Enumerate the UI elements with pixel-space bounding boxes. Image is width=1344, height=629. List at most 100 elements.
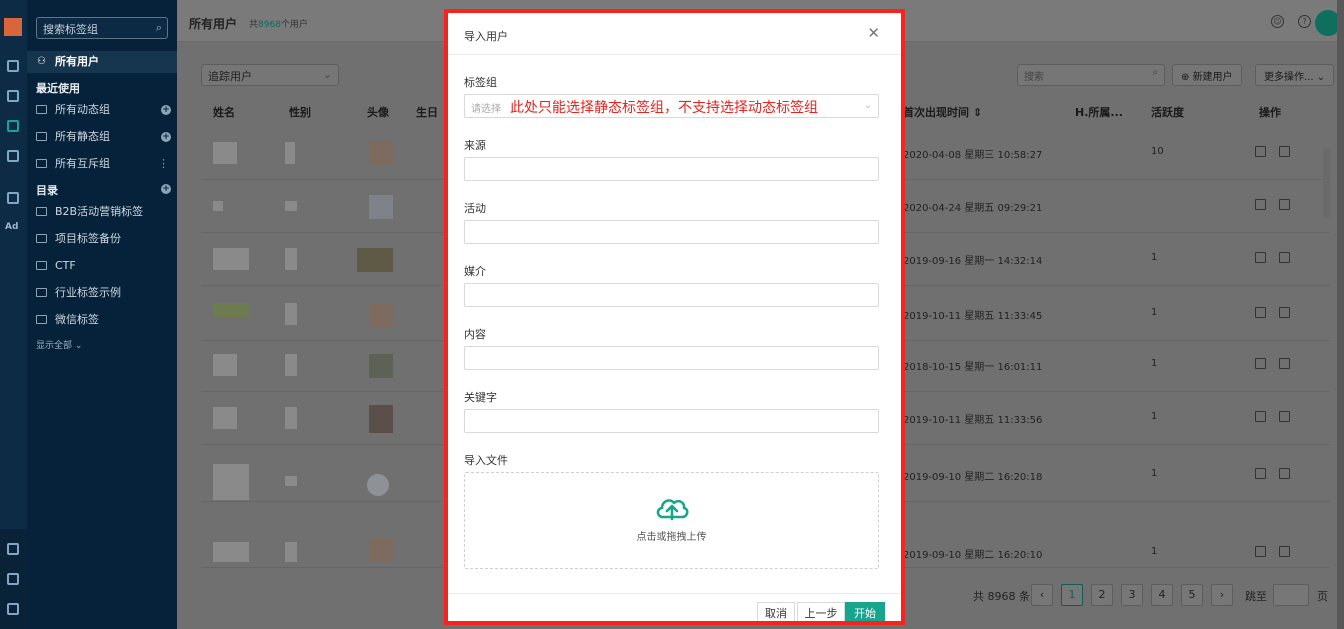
page-button[interactable]: 1 [1061, 584, 1083, 606]
chart-icon[interactable] [7, 150, 19, 162]
edit-icon[interactable] [1255, 252, 1266, 263]
file-upload-dropzone[interactable]: 点击或拖拽上传 [464, 472, 879, 569]
search-icon[interactable]: ⌕ [156, 21, 162, 35]
tag-add-icon[interactable] [1279, 468, 1290, 479]
page-button[interactable]: 3 [1121, 584, 1143, 606]
tag-group-select[interactable]: 请选择 此处只能选择静态标签组，不支持选择动态标签组 ⌄ [464, 94, 879, 118]
folder-icon [36, 207, 47, 216]
send-icon[interactable] [7, 90, 19, 102]
tag-group-search-input[interactable]: 搜索标签组 ⌕ [36, 17, 168, 39]
rail-bottom [0, 529, 27, 629]
goto-page-input[interactable] [1273, 584, 1309, 606]
col-gender[interactable]: 性别 [289, 104, 311, 120]
user-filter-select[interactable]: 追踪用户 ⌄ [201, 64, 339, 86]
sidebar-item-all-users[interactable]: ⚇ 所有用户 [27, 51, 177, 73]
sidebar-folder[interactable]: B2B活动营销标签 [27, 201, 177, 223]
edit-icon[interactable] [1255, 468, 1266, 479]
sidebar-folder[interactable]: CTF [27, 255, 177, 277]
sidebar-item-label: 所有互斥组 [55, 157, 110, 170]
campaign-input[interactable] [464, 220, 879, 244]
show-all-link[interactable]: 显示全部 ⌄ [36, 338, 82, 351]
grid-icon[interactable] [7, 60, 19, 72]
col-first-seen[interactable]: 首次出现时间 ⇕ [903, 104, 982, 120]
chevron-down-icon: ⌄ [322, 68, 332, 81]
tag-add-icon[interactable] [1279, 307, 1290, 318]
content-label: 内容 [464, 328, 486, 341]
edit-icon[interactable] [1255, 307, 1266, 318]
first-seen-cell: 2020-04-08 星期三 10:58:27 [903, 150, 1043, 161]
edit-icon[interactable] [1255, 146, 1266, 157]
blurred-name [213, 542, 249, 562]
col-birthday[interactable]: 生日 [416, 104, 438, 120]
content-input[interactable] [464, 346, 879, 370]
col-name[interactable]: 姓名 [213, 104, 235, 120]
col-avatar[interactable]: 头像 [367, 104, 389, 120]
blurred-avatar [357, 248, 393, 272]
keyword-input[interactable] [464, 409, 879, 433]
more-vertical-icon[interactable]: ⋮ [158, 153, 169, 175]
medium-input[interactable] [464, 283, 879, 307]
close-icon[interactable]: ✕ [867, 24, 880, 42]
users-icon: ⚇ [37, 56, 46, 67]
page-button[interactable]: 4 [1151, 584, 1173, 606]
user-icon[interactable] [7, 120, 19, 132]
cancel-button[interactable]: 取消 [757, 602, 795, 621]
page-unit-label: 页 [1317, 590, 1328, 603]
edit-icon[interactable] [1255, 199, 1266, 210]
tag-add-icon[interactable] [1279, 146, 1290, 157]
first-seen-cell: 2019-09-16 星期一 14:32:14 [903, 256, 1043, 267]
medium-label: 媒介 [464, 265, 486, 278]
folder-icon [36, 159, 47, 168]
sidebar-folder[interactable]: 微信标签 [27, 309, 177, 331]
list-icon[interactable] [7, 573, 19, 585]
previous-step-button[interactable]: 上一步 [797, 602, 845, 621]
edit-icon[interactable] [1255, 411, 1266, 422]
cloud-upload-icon [656, 499, 689, 521]
activity-cell: 10 [1151, 146, 1164, 157]
sidebar-item-dynamic-groups[interactable]: 所有动态组 + [27, 99, 177, 121]
source-input[interactable] [464, 157, 879, 181]
tag-add-icon[interactable] [1279, 358, 1290, 369]
page-button[interactable]: 2 [1091, 584, 1113, 606]
sidebar-item-exclusive-groups[interactable]: 所有互斥组 ⋮ [27, 153, 177, 175]
col-activity[interactable]: 活跃度 [1151, 104, 1184, 120]
blurred-avatar [369, 142, 393, 166]
sidebar-folder[interactable]: 项目标签备份 [27, 228, 177, 250]
sidebar-item-label: 所有动态组 [55, 103, 110, 116]
blurred-gender [285, 542, 297, 562]
tag-add-icon[interactable] [1279, 546, 1290, 557]
user-search-input[interactable]: 搜索 ⌕ [1017, 64, 1165, 86]
new-user-button[interactable]: ⊕ 新建用户 [1172, 64, 1242, 86]
tag-add-icon[interactable] [1279, 411, 1290, 422]
first-seen-cell: 2020-04-24 星期五 09:29:21 [903, 203, 1043, 214]
blurred-avatar [369, 303, 393, 327]
ad-label[interactable]: Ad [5, 222, 18, 232]
tag-add-icon[interactable] [1279, 252, 1290, 263]
sidebar-folder[interactable]: 行业标签示例 [27, 282, 177, 304]
start-button[interactable]: 开始 [845, 602, 885, 621]
more-actions-button[interactable]: 更多操作... ⌄ [1255, 64, 1335, 86]
vertical-scrollbar[interactable] [1323, 148, 1330, 218]
add-icon[interactable]: + [161, 105, 171, 115]
emoji-icon[interactable]: ☺ [1271, 15, 1284, 28]
blurred-gender [285, 303, 297, 325]
add-icon[interactable]: + [161, 132, 171, 142]
blurred-name [213, 142, 237, 164]
add-catalog-icon[interactable]: + [161, 184, 171, 194]
page-button[interactable]: 5 [1181, 584, 1203, 606]
edit-icon[interactable] [1255, 358, 1266, 369]
puzzle-icon[interactable] [7, 192, 19, 204]
help-icon[interactable]: ? [1298, 15, 1311, 28]
import-users-dialog: 导入用户 ✕ 标签组 请选择 此处只能选择静态标签组，不支持选择动态标签组 ⌄ … [444, 9, 905, 625]
eye-icon[interactable] [7, 543, 19, 555]
edit-icon[interactable] [1255, 546, 1266, 557]
sidebar-item-static-groups[interactable]: 所有静态组 + [27, 126, 177, 148]
tag-add-icon[interactable] [1279, 199, 1290, 210]
col-belongs[interactable]: H.所属... [1075, 104, 1123, 120]
activity-cell: 1 [1151, 358, 1158, 369]
gear-icon[interactable] [7, 603, 19, 615]
tag-group-annotation: 此处只能选择静态标签组，不支持选择动态标签组 [510, 100, 818, 116]
tag-sidebar: 搜索标签组 ⌕ ⚇ 所有用户 最近使用 所有动态组 + 所有静态组 + 所有互斥… [27, 0, 177, 629]
prev-page-button[interactable]: ‹ [1031, 584, 1053, 606]
next-page-button[interactable]: › [1211, 584, 1233, 606]
